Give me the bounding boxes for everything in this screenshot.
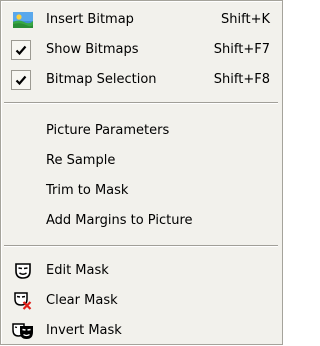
checkmark-icon <box>11 40 31 60</box>
bitmap-context-menu: Insert Bitmap Shift+K Show Bitmaps Shift… <box>0 0 283 345</box>
clear-mask-icon <box>12 292 34 310</box>
shortcut-label: Shift+F8 <box>213 72 270 87</box>
shortcut-label: Shift+F7 <box>213 42 270 57</box>
menu-item-bitmap-selection[interactable]: Bitmap Selection Shift+F8 <box>3 65 280 95</box>
menu-item-edit-mask[interactable]: Edit Mask <box>3 256 280 286</box>
edit-mask-icon <box>12 262 34 280</box>
menu-item-picture-parameters[interactable]: Picture Parameters <box>3 116 280 146</box>
menu-item-label: Clear Mask <box>46 293 118 308</box>
checkmark-icon <box>11 70 31 90</box>
menu-item-label: Insert Bitmap <box>46 12 134 27</box>
invert-mask-icon <box>12 322 34 340</box>
menu-item-label: Invert Mask <box>46 323 122 338</box>
menu-separator <box>4 102 278 104</box>
menu-item-clear-mask[interactable]: Clear Mask <box>3 286 280 316</box>
shortcut-label: Shift+K <box>221 12 270 27</box>
insert-bitmap-icon <box>12 11 34 29</box>
menu-item-label: Add Margins to Picture <box>46 213 193 228</box>
menu-item-label: Trim to Mask <box>46 183 129 198</box>
menu-item-label: Picture Parameters <box>46 123 170 138</box>
menu-item-insert-bitmap[interactable]: Insert Bitmap Shift+K <box>3 5 280 35</box>
menu-item-label: Edit Mask <box>46 263 109 278</box>
menu-item-re-sample[interactable]: Re Sample <box>3 146 280 176</box>
menu-item-label: Re Sample <box>46 153 116 168</box>
menu-item-add-margins[interactable]: Add Margins to Picture <box>3 206 280 236</box>
menu-item-invert-mask[interactable]: Invert Mask <box>3 316 280 346</box>
menu-separator <box>4 245 278 247</box>
menu-item-trim-to-mask[interactable]: Trim to Mask <box>3 176 280 206</box>
menu-item-show-bitmaps[interactable]: Show Bitmaps Shift+F7 <box>3 35 280 65</box>
menu-item-label: Bitmap Selection <box>46 72 157 87</box>
menu-item-label: Show Bitmaps <box>46 42 139 57</box>
